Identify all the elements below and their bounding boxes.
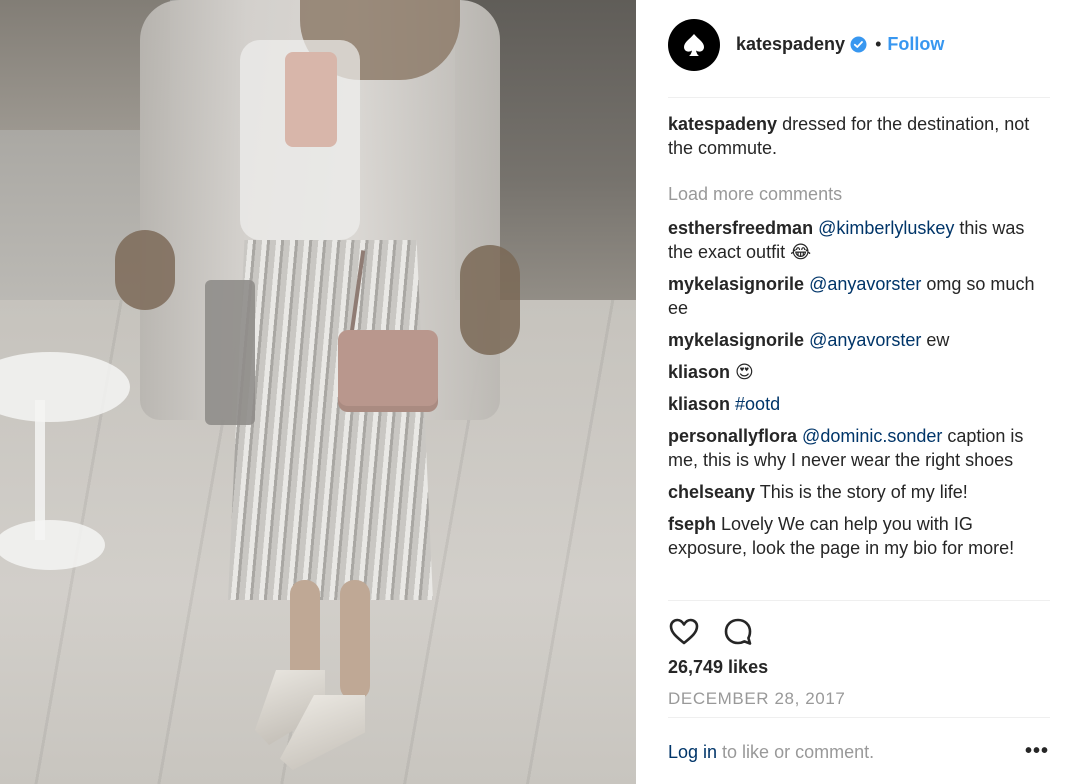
pleated-skirt (228, 240, 433, 600)
comment-item: mykelasignorile @anyavorster ew (668, 328, 1050, 352)
post-date[interactable]: DECEMBER 28, 2017 (668, 689, 845, 709)
divider (668, 600, 1050, 601)
comment-bubble-icon[interactable] (722, 616, 754, 648)
post-details-panel: katespadeny • Follow katespadeny dressed… (636, 0, 1077, 784)
verified-badge-icon (850, 36, 867, 53)
comment-username[interactable]: personallyflora (668, 426, 797, 446)
comment-username[interactable]: mykelasignorile (668, 330, 804, 350)
comment-username[interactable]: fseph (668, 514, 716, 534)
comment-item: chelseany This is the story of my life! (668, 480, 1050, 504)
phone (285, 52, 337, 147)
follow-button[interactable]: Follow (887, 34, 944, 55)
comment-username[interactable]: kliason (668, 394, 730, 414)
cafe-table-base (0, 520, 105, 570)
post-actions (668, 616, 754, 648)
more-options-icon[interactable]: ••• (1025, 740, 1049, 763)
comment-text: Lovely We can help you with IG exposure,… (668, 514, 1015, 558)
comment-hashtag[interactable]: #ootd (730, 394, 780, 414)
comment-item: fseph Lovely We can help you with IG exp… (668, 512, 1050, 560)
comment-username[interactable]: chelseany (668, 482, 755, 502)
comment-item: kliason #ootd (668, 392, 1050, 416)
spade-logo-icon[interactable] (668, 18, 720, 71)
fur-cuff-right (460, 245, 520, 355)
comment-item: esthersfreedman @kimberlyluskey this was… (668, 216, 1050, 264)
comment-mention[interactable]: @kimberlyluskey (813, 218, 954, 238)
comment-mention[interactable]: @anyavorster (804, 330, 921, 350)
comment-item: personallyflora @dominic.sonder caption … (668, 424, 1050, 472)
heart-icon[interactable] (668, 616, 700, 648)
post-header: katespadeny • Follow (668, 18, 1050, 98)
divider (668, 717, 1050, 718)
load-more-comments-button[interactable]: Load more comments (668, 182, 1050, 206)
leg-right (340, 580, 370, 700)
comments-list: katespadeny dressed for the destination,… (668, 112, 1050, 568)
login-prompt: Log in to like or comment. (668, 742, 874, 763)
post-caption: katespadeny dressed for the destination,… (668, 112, 1050, 160)
likes-count[interactable]: 26,749 likes (668, 657, 768, 678)
comment-username[interactable]: mykelasignorile (668, 274, 804, 294)
comment-item: mykelasignorile @anyavorster omg so much… (668, 272, 1050, 320)
comment-mention[interactable]: @anyavorster (804, 274, 921, 294)
caption-username[interactable]: katespadeny (668, 114, 777, 134)
fur-cuff-left (115, 230, 175, 310)
comment-text: ew (921, 330, 950, 350)
spade-glyph (684, 33, 704, 56)
clutch (205, 280, 255, 425)
comment-text: 😍 (730, 362, 754, 382)
header-username[interactable]: katespadeny (736, 34, 845, 55)
handbag (338, 330, 438, 412)
login-link[interactable]: Log in (668, 742, 717, 762)
login-prompt-text: to like or comment. (717, 742, 875, 762)
comment-mention[interactable]: @dominic.sonder (797, 426, 942, 446)
comment-text: This is the story of my life! (755, 482, 968, 502)
separator-dot: • (875, 34, 882, 54)
comment-username[interactable]: esthersfreedman (668, 218, 813, 238)
comment-username[interactable]: kliason (668, 362, 730, 382)
post-photo (0, 0, 636, 784)
cafe-table-stem (35, 400, 45, 540)
comment-item: kliason 😍 (668, 360, 1050, 384)
